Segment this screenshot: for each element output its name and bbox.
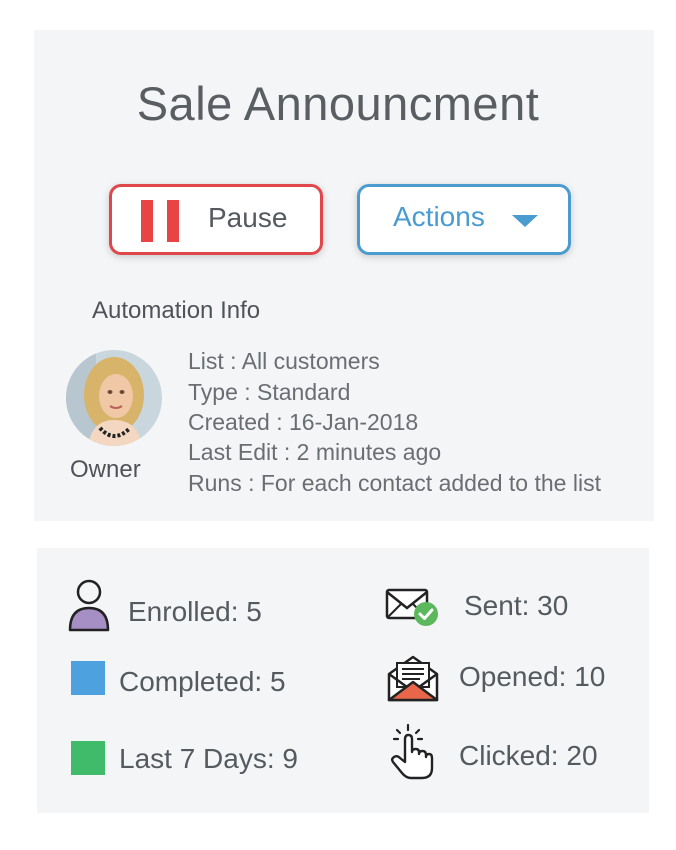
pause-icon xyxy=(141,200,153,242)
actions-dropdown-button[interactable]: Actions xyxy=(357,184,571,255)
stat-sent: Sent: 30 xyxy=(464,590,569,621)
info-last-edit: Last Edit : 2 minutes ago xyxy=(188,439,442,465)
stat-completed: Completed: 5 xyxy=(119,666,286,697)
envelope-check-icon xyxy=(385,586,441,635)
open-envelope-icon xyxy=(387,654,439,707)
user-icon xyxy=(67,578,111,637)
pause-button-label: Pause xyxy=(208,202,288,233)
info-runs: Runs : For each contact added to the lis… xyxy=(188,470,601,496)
hand-tap-icon xyxy=(389,723,435,785)
stat-opened: Opened: 10 xyxy=(459,661,606,692)
pause-button[interactable]: Pause xyxy=(109,184,323,255)
last7-legend-square xyxy=(71,741,105,775)
stat-enrolled: Enrolled: 5 xyxy=(128,596,262,627)
chevron-down-icon xyxy=(512,215,538,227)
info-created: Created : 16-Jan-2018 xyxy=(188,409,419,435)
avatar xyxy=(66,350,162,446)
automation-info-heading: Automation Info xyxy=(92,297,261,324)
page-title: Sale Announcment xyxy=(136,77,540,130)
stat-last-7-days: Last 7 Days: 9 xyxy=(119,743,298,774)
info-type: Type : Standard xyxy=(188,379,351,405)
info-list: List : All customers xyxy=(188,348,380,374)
stat-clicked: Clicked: 20 xyxy=(459,740,598,771)
completed-legend-square xyxy=(71,661,105,695)
owner-label: Owner xyxy=(70,456,141,483)
pause-icon-bar xyxy=(167,200,179,242)
actions-button-label: Actions xyxy=(393,201,485,232)
